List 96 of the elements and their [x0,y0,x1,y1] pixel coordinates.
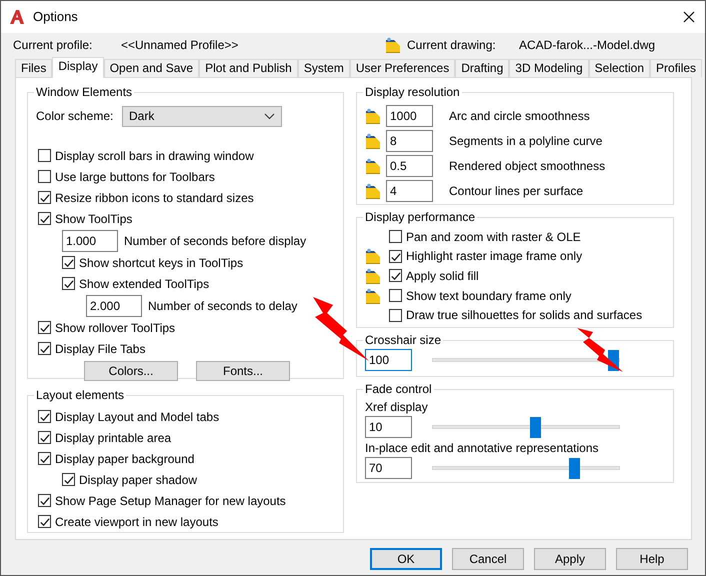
group-title: Display resolution [363,85,462,99]
drawing-file-icon [385,37,401,53]
checkbox-label: Apply solid fill [406,268,479,285]
checkbox-label: Display File Tabs [55,340,146,358]
caret-icon [264,112,275,120]
checkbox-label: Show extended ToolTips [79,276,210,292]
checkbox[interactable] [38,515,51,528]
checkbox[interactable] [389,230,402,244]
checkbox[interactable] [38,342,51,355]
number-field[interactable]: 4 [386,180,433,202]
checkbox-label: Highlight raster image frame only [406,248,582,266]
number-field[interactable]: 1000 [386,104,433,126]
number-field[interactable]: 8 [386,130,433,152]
checkbox[interactable] [389,308,402,322]
checkbox[interactable] [38,170,51,183]
checkbox-label: Show Page Setup Manager for new layouts [55,492,286,510]
checkbox-label: Display Layout and Model tabs [55,408,220,426]
tab[interactable]: Profiles [650,59,702,77]
group-title: Window Elements [34,85,134,99]
checkbox[interactable] [62,277,75,290]
push-button[interactable]: Fonts... [196,361,290,381]
checkbox[interactable] [389,289,402,302]
tab[interactable]: Plot and Publish [199,59,298,77]
close-icon [683,11,695,23]
checkbox-label: Show shortcut keys in ToolTips [79,254,244,272]
checkbox[interactable] [38,191,51,204]
checkbox-label: Use large buttons for Toolbars [55,168,215,186]
dropdown[interactable]: Dark [122,106,282,126]
group-title: Crosshair size [363,333,444,347]
dialog-button[interactable]: Apply [534,548,606,570]
lightning-arrow [575,326,625,374]
slider-label: In-place edit and annotative representations [365,440,598,456]
tab[interactable]: Display [52,57,104,78]
checkbox-label: Display printable area [55,430,172,446]
tab[interactable]: System [298,59,350,77]
number-field[interactable]: 10 [365,416,412,438]
checkbox[interactable] [389,250,402,263]
drawing-file-icon [365,132,381,148]
drawing-file-icon [365,158,381,174]
tab[interactable]: 3D Modeling [509,59,589,77]
tab[interactable]: Selection [588,59,650,77]
drawing-file-icon [365,108,381,124]
checkbox[interactable] [62,473,75,486]
dialog-button[interactable]: OK [370,548,442,570]
number-field[interactable]: 0.5 [386,154,433,176]
number-field[interactable]: 70 [365,457,412,479]
checkbox[interactable] [38,149,51,162]
checkbox-label: Display scroll bars in drawing window [55,148,254,164]
slider-thumb[interactable] [569,458,580,479]
window-title: Options [33,8,78,26]
app-logo-icon [9,9,25,25]
field-label: Number of seconds to delay [148,298,298,314]
value-text: ACAD-farok...-Model.dwg [519,37,656,54]
dropdown-value: Dark [129,108,154,125]
dialog-button[interactable]: Help [616,548,688,570]
field-label: Arc and circle smoothness [449,108,590,124]
field-label: Color scheme: [36,108,114,125]
checkbox[interactable] [38,452,51,465]
label-text: Current drawing: [407,37,497,54]
field-label: Rendered object smoothness [449,158,606,174]
checkbox-label: Show rollover ToolTips [55,320,176,336]
slider-label: Xref display [365,398,428,416]
number-field[interactable]: 100 [365,349,412,371]
label-text: Current profile: [13,37,94,54]
group-title: Fade control [363,382,434,396]
checkbox-label: Display paper shadow [79,472,198,488]
tab[interactable]: User Preferences [350,59,456,77]
group-title: Display performance [363,210,478,224]
checkbox[interactable] [62,256,75,269]
tab[interactable]: Open and Save [104,59,200,77]
checkbox[interactable] [38,431,51,444]
tab[interactable]: Drafting [455,59,510,77]
checkbox-label: Display paper background [55,450,194,468]
checkbox-label: Show text boundary frame only [406,288,572,305]
checkbox-label: Create viewport in new layouts [55,514,218,530]
group-title: Layout elements [34,388,126,402]
checkbox[interactable] [38,321,51,334]
number-field[interactable]: 1.000 [62,230,118,252]
checkbox-label: Resize ribbon icons to standard sizes [55,190,254,206]
drawing-file-icon [365,182,381,198]
field-label: Segments in a polyline curve [449,132,602,150]
field-label: Contour lines per surface [449,182,584,200]
checkbox-label: Pan and zoom with raster & OLE [406,228,581,246]
checkbox-label: Show ToolTips [55,210,132,228]
number-field[interactable]: 2.000 [86,294,142,316]
push-button[interactable]: Colors... [84,361,178,381]
slider-thumb[interactable] [530,417,542,438]
value-text: <<Unnamed Profile>> [121,37,240,54]
checkbox[interactable] [38,494,51,507]
checkbox[interactable] [38,212,51,225]
checkbox[interactable] [38,410,51,423]
checkbox[interactable] [389,269,402,282]
field-label: Number of seconds before display [124,232,306,250]
dialog-button[interactable]: Cancel [452,548,524,570]
tab[interactable]: Files [15,59,52,77]
checkbox-label: Draw true silhouettes for solids and surfaces [406,307,642,324]
